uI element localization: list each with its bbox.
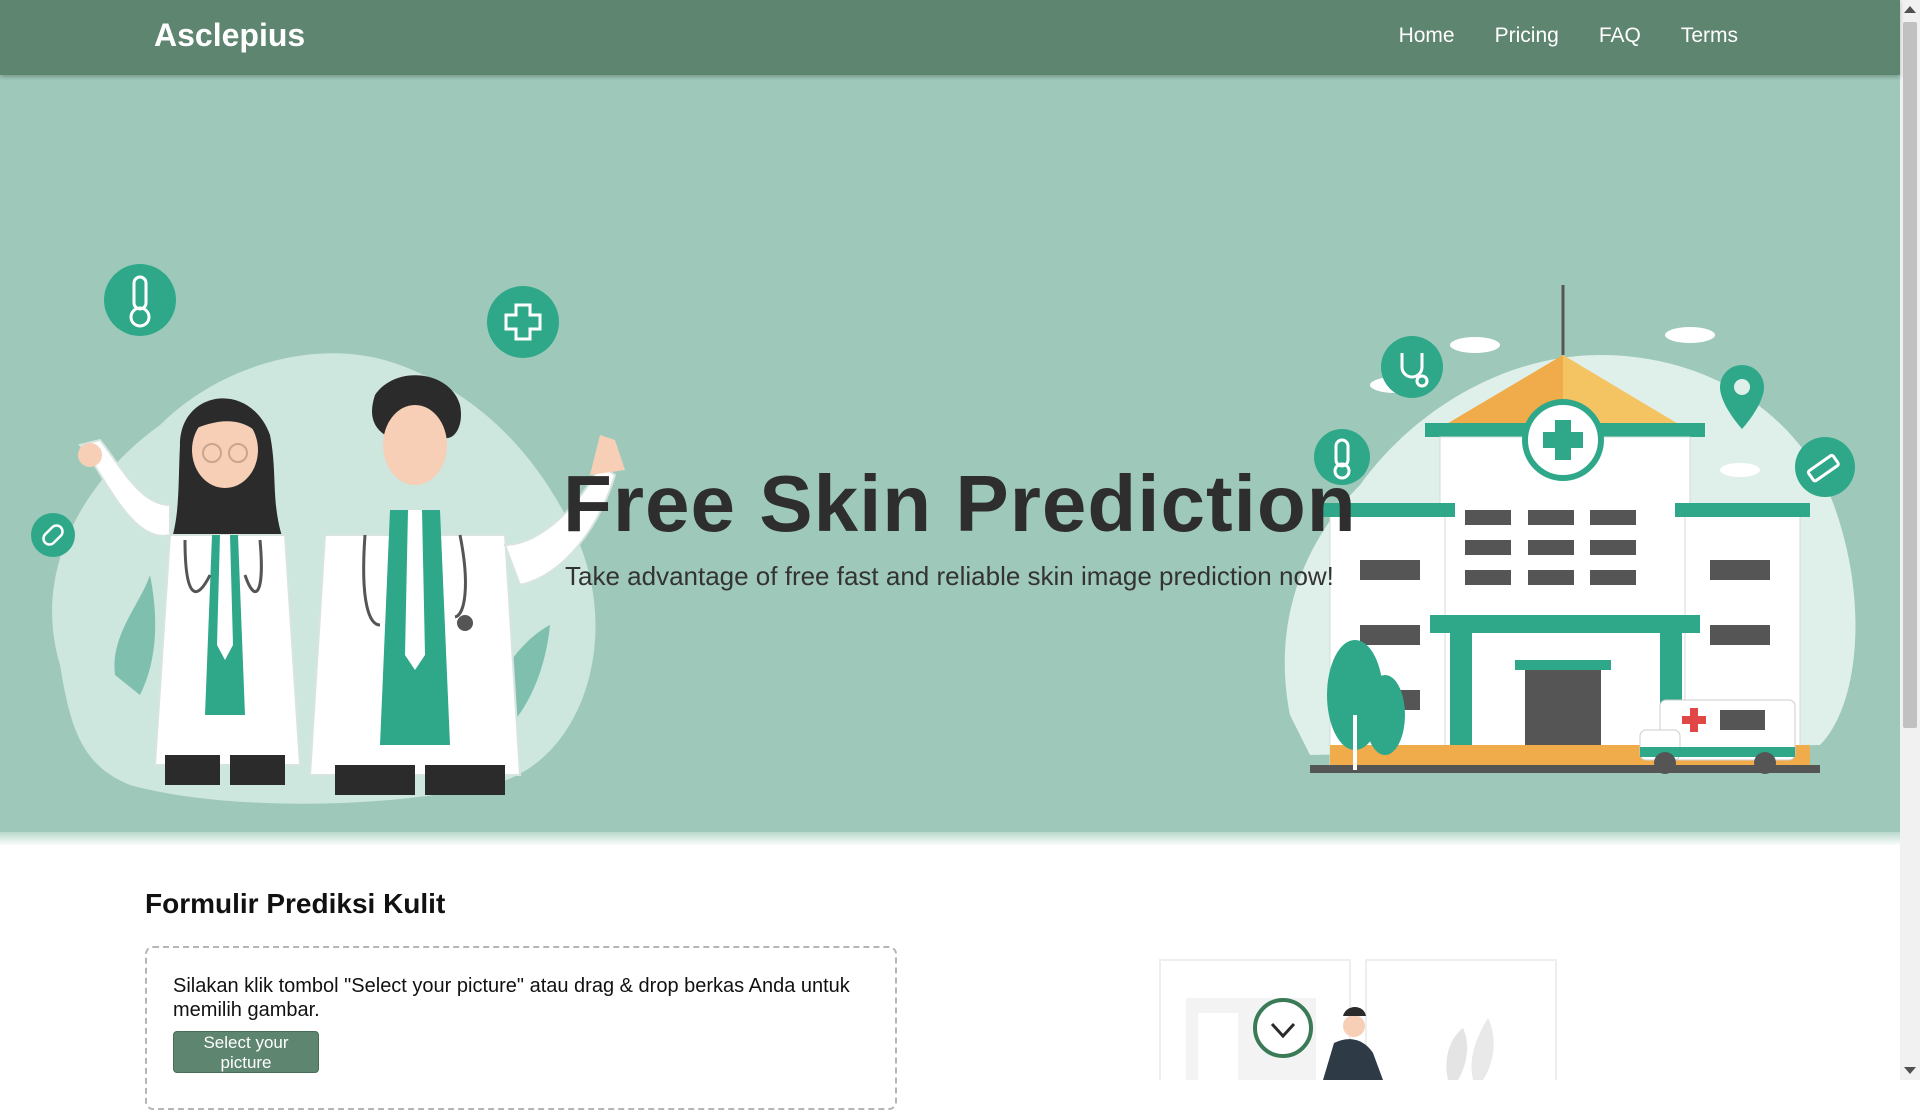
syringe-icon [1795,437,1855,497]
brand-logo[interactable]: Asclepius [154,17,305,54]
hero-section: Free Skin Prediction Take advantage of f… [0,75,1900,840]
pill-icon [31,513,75,557]
page-scrollbar[interactable] [1900,0,1920,1080]
form-title: Formulir Prediksi Kulit [145,888,446,919]
hero-divider [0,832,1900,846]
upload-illustration [1159,959,1557,1080]
nav-links: Home Pricing FAQ Terms [1399,24,1738,48]
medical-cross-icon [487,286,559,358]
scrollbar-thumb[interactable] [1903,22,1917,728]
doctors-illustration [31,264,625,804]
navbar: Asclepius Home Pricing FAQ Terms [0,0,1900,75]
hospital-illustration [1284,285,1856,774]
upload-instruction: Silakan klik tombol "Select your picture… [173,975,850,1021]
thermometer-icon [104,264,176,336]
select-picture-button[interactable]: Select your picture [173,1031,319,1073]
hero-subtitle: Take advantage of free fast and reliable… [565,561,1334,591]
nav-link-terms[interactable]: Terms [1681,24,1738,48]
scroll-up-icon[interactable] [1904,6,1916,13]
scroll-down-icon[interactable] [1904,1067,1916,1074]
clock-check-icon [1253,998,1313,1058]
nav-link-home[interactable]: Home [1399,24,1455,48]
nav-link-faq[interactable]: FAQ [1599,24,1641,48]
stethoscope-icon [1381,336,1443,398]
hero-title: Free Skin Prediction [563,459,1357,548]
nav-link-pricing[interactable]: Pricing [1495,24,1559,48]
upload-dropzone[interactable]: Silakan klik tombol "Select your picture… [145,946,897,1110]
